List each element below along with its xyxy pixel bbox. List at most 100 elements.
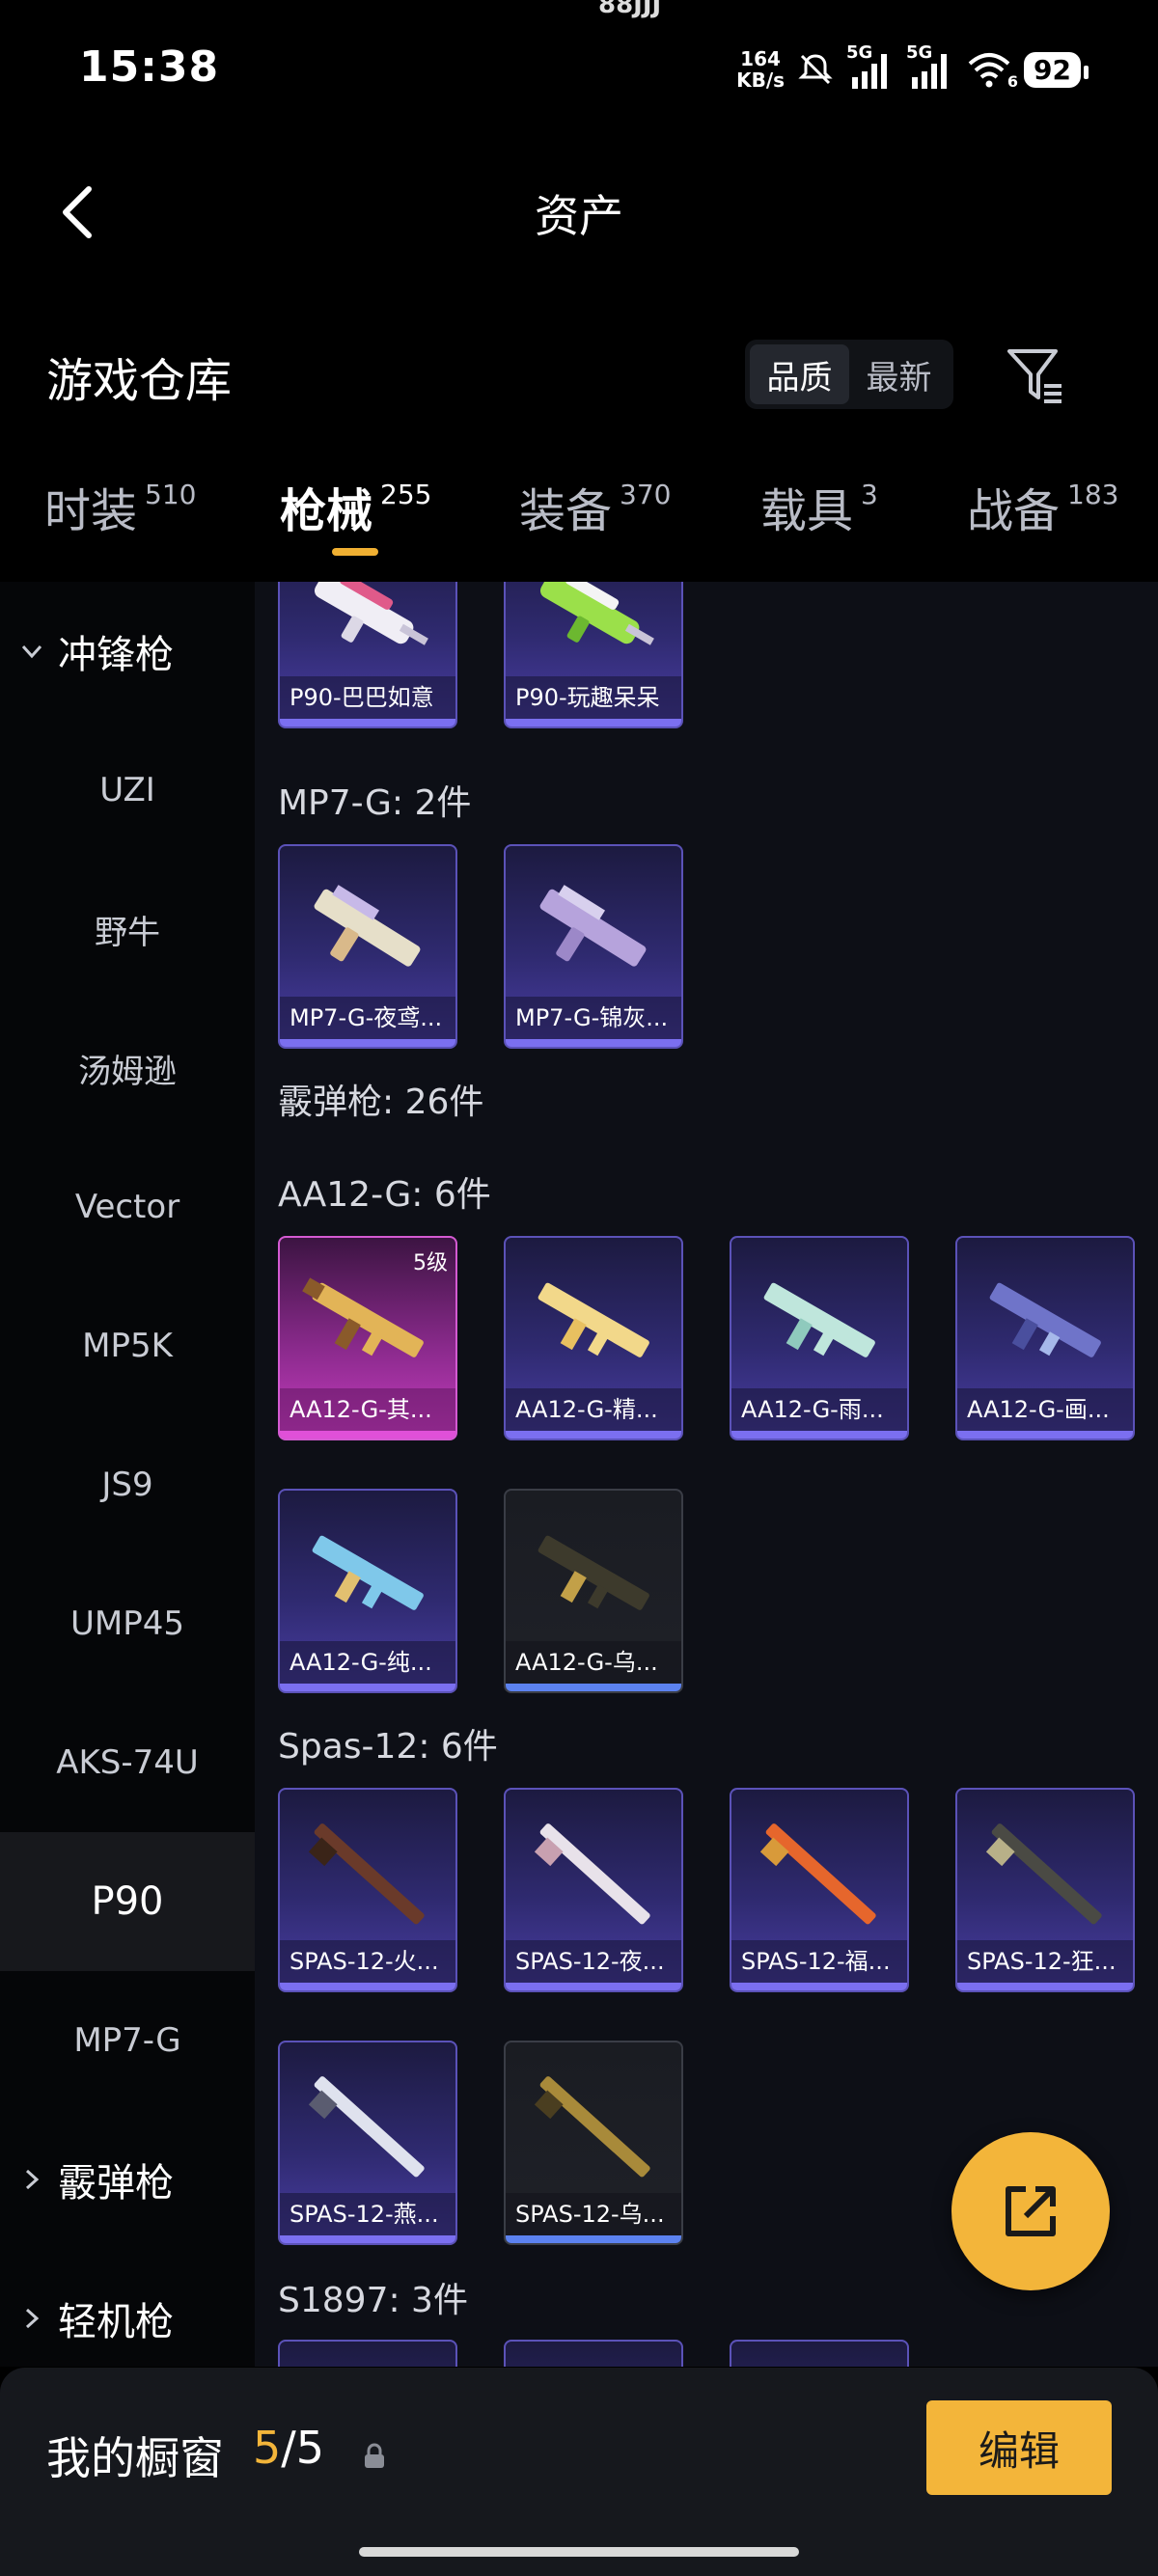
weapon-name: SPAS-12-火... <box>280 1940 455 1983</box>
aa12-weapon-icon <box>312 1535 424 1610</box>
p90-weapon-icon <box>539 582 654 645</box>
home-indicator[interactable] <box>359 2547 799 2557</box>
showcase-bar: 我的橱窗 5/5 编辑 <box>0 2368 1158 2576</box>
sidebar-item-mp5k[interactable]: MP5K <box>0 1276 255 1415</box>
weapon-card[interactable] <box>730 2340 909 2367</box>
tab-label: 枪械 <box>280 484 373 538</box>
share-button[interactable] <box>951 2132 1110 2290</box>
edit-button[interactable]: 编辑 <box>926 2400 1112 2495</box>
weapon-card[interactable]: SPAS-12-火... <box>278 1788 457 1992</box>
sim2-label: 5G <box>906 42 933 63</box>
mp7-weapon-icon <box>539 885 647 967</box>
p90-weapon-icon <box>314 582 428 645</box>
sort-by-newest[interactable]: 最新 <box>849 344 949 404</box>
rarity-bar <box>957 1983 1133 1990</box>
spas12-weapon-icon <box>534 1823 650 1925</box>
sidebar-group-label: 霰弹枪 <box>58 2161 174 2206</box>
weapon-name: AA12-G-其... <box>280 1388 455 1431</box>
tab-equipment[interactable]: 装备 370 <box>519 473 671 540</box>
weapon-card[interactable]: 5级 AA12-G-其... <box>278 1236 457 1440</box>
weapon-card[interactable]: AA12-G-雨... <box>730 1236 909 1440</box>
sidebar-item-bison[interactable]: 野牛 <box>0 860 255 999</box>
spas12-weapon-icon <box>534 2076 650 2178</box>
rarity-bar <box>280 1039 455 1047</box>
tab-count: 3 <box>861 479 878 510</box>
sidebar-item-mp7g[interactable]: MP7-G <box>0 1971 255 2110</box>
weapon-name: P90-玩趣呆呆 <box>506 676 681 719</box>
tab-label: 时装 <box>44 484 138 538</box>
sidebar-item-p90[interactable]: P90 <box>0 1832 255 1971</box>
weapon-card[interactable]: P90-玩趣呆呆 <box>504 582 683 728</box>
sidebar-group-shotgun[interactable]: 霰弹枪 <box>19 2110 174 2249</box>
sidebar-group-lmg[interactable]: 轻机枪 <box>19 2249 174 2367</box>
weapon-card[interactable]: MP7-G-锦灰... <box>504 844 683 1049</box>
weapon-card[interactable]: AA12-G-画... <box>955 1236 1135 1440</box>
sort-by-quality[interactable]: 品质 <box>750 344 849 404</box>
status-icons: 164 KB/s 5G 5G 6 92 <box>736 42 1089 96</box>
category-tabs: 时装 510 枪械 255 装备 370 载具 3 战备 183 <box>0 473 1158 579</box>
weapon-card[interactable]: AA12-G-精... <box>504 1236 683 1440</box>
weapon-card[interactable]: SPAS-12-乌... <box>504 2041 683 2245</box>
tab-firearms[interactable]: 枪械 255 <box>280 473 431 540</box>
sim1-label: 5G <box>846 42 873 63</box>
battery-indicator: 92 <box>1024 51 1089 88</box>
filter-icon <box>1007 349 1062 403</box>
weapon-name: P90-巴巴如意 <box>280 676 455 719</box>
aa12-weapon-icon <box>763 1282 875 1357</box>
sidebar-item-ump45[interactable]: UMP45 <box>0 1554 255 1693</box>
weapon-name: SPAS-12-狂... <box>957 1940 1133 1983</box>
rarity-bar <box>506 1684 681 1691</box>
tab-label: 装备 <box>519 484 613 538</box>
tab-count: 370 <box>620 479 672 510</box>
net-speed-value: 164 <box>740 47 781 70</box>
sidebar-item-uzi[interactable]: UZI <box>0 721 255 860</box>
weapon-card[interactable]: AA12-G-纯... <box>278 1489 457 1693</box>
showcase-label: 我的橱窗 <box>46 2432 224 2484</box>
spas12-weapon-icon <box>759 1823 876 1925</box>
sidebar-item-thompson[interactable]: 汤姆逊 <box>0 999 255 1137</box>
chevron-right-icon <box>19 2167 44 2192</box>
rarity-bar <box>506 1983 681 1990</box>
weapon-card[interactable] <box>504 2340 683 2367</box>
sidebar-group-smg[interactable]: 冲锋枪 <box>19 582 174 721</box>
rarity-bar <box>280 1431 455 1439</box>
tab-count: 510 <box>145 479 197 510</box>
weapon-name: AA12-G-纯... <box>280 1641 455 1684</box>
weapon-grid: P90-巴巴如意 P90-玩趣呆呆 MP7-G: 2件 MP7-G-夜鸢... … <box>255 582 1158 2367</box>
weapon-card[interactable]: AA12-G-乌... <box>504 1489 683 1693</box>
tab-label: 载具 <box>760 484 854 538</box>
showcase-count: 5/5 <box>253 2422 324 2474</box>
weapon-card[interactable]: SPAS-12-夜... <box>504 1788 683 1992</box>
sidebar-item-aks74u[interactable]: AKS-74U <box>0 1693 255 1832</box>
signal-icon-sim1: 5G <box>846 42 895 91</box>
notch-text: 88JJJ <box>598 0 662 19</box>
signal-icon-sim2: 5G <box>906 42 954 91</box>
weapon-name: SPAS-12-乌... <box>506 2193 681 2235</box>
weapon-name: SPAS-12-福... <box>731 1940 907 1983</box>
rarity-bar <box>506 2235 681 2243</box>
weapon-card[interactable]: MP7-G-夜鸢... <box>278 844 457 1049</box>
tab-combat-gear[interactable]: 战备 183 <box>967 473 1118 540</box>
weapon-name: AA12-G-雨... <box>731 1388 907 1431</box>
filter-button[interactable] <box>1004 343 1067 407</box>
tab-count: 255 <box>380 479 432 510</box>
weapon-card[interactable]: SPAS-12-狂... <box>955 1788 1135 1992</box>
section-label-spas12: Spas-12: 6件 <box>278 1727 498 1767</box>
share-icon <box>1006 2186 1056 2236</box>
section-label-aa12: AA12-G: 6件 <box>278 1175 491 1215</box>
sidebar-item-js9[interactable]: JS9 <box>0 1415 255 1554</box>
tab-fashion[interactable]: 时装 510 <box>44 473 196 540</box>
weapon-card[interactable]: SPAS-12-燕... <box>278 2041 457 2245</box>
status-time: 15:38 <box>79 42 220 92</box>
weapon-card[interactable]: SPAS-12-福... <box>730 1788 909 1992</box>
wifi-sub-label: 6 <box>1006 72 1019 91</box>
section-label-mp7: MP7-G: 2件 <box>278 783 472 823</box>
weapon-card[interactable]: P90-巴巴如意 <box>278 582 457 728</box>
status-bar: 88JJJ 15:38 164 KB/s 5G 5G 6 92 <box>0 0 1158 135</box>
weapon-name: AA12-G-乌... <box>506 1641 681 1684</box>
sidebar-item-vector[interactable]: Vector <box>0 1137 255 1276</box>
section-label-s1897: S1897: 3件 <box>278 2281 468 2320</box>
weapon-card[interactable] <box>278 2340 457 2367</box>
rarity-bar <box>280 719 455 726</box>
tab-vehicles[interactable]: 载具 3 <box>760 473 878 540</box>
